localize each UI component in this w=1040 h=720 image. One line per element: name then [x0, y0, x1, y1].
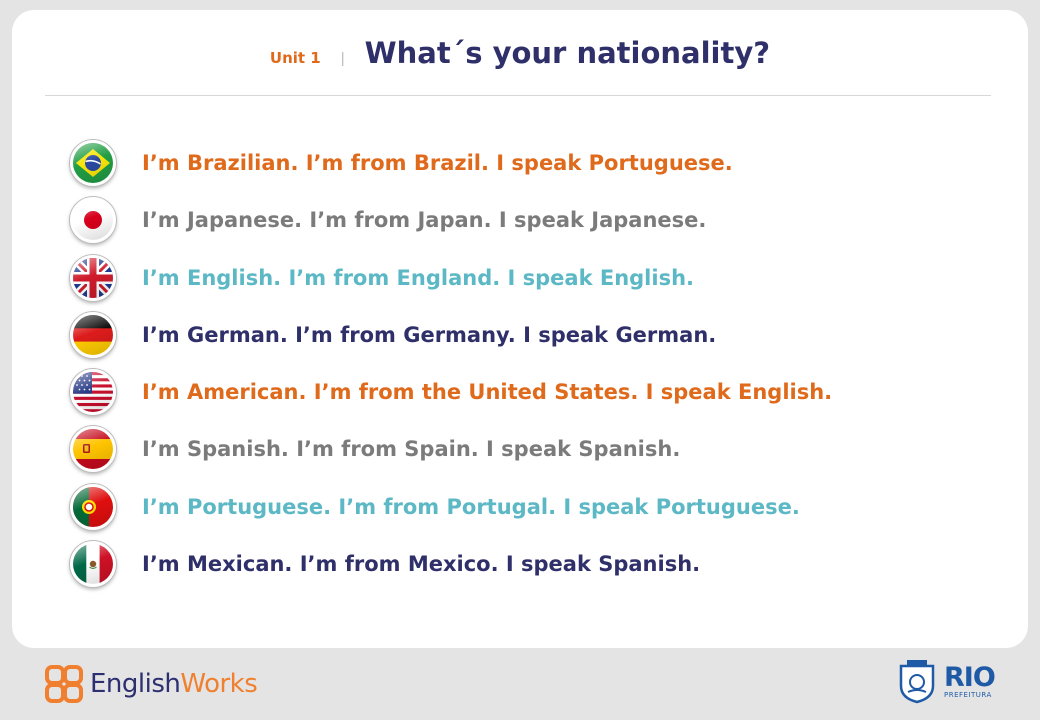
list-item: I’m Brazilian. I’m from Brazil. I speak … [70, 140, 832, 186]
list-item: I’m American. I’m from the United States… [70, 369, 833, 416]
englishworks-wordmark: EnglishWorks [90, 669, 258, 699]
sentence-text: I’m American. I’m from the United States… [142, 380, 833, 405]
sentence-text: I’m English. I’m from England. I speak E… [142, 265, 695, 290]
unit-label: Unit 1 [269, 49, 321, 67]
slide-card: Unit 1 | What´s your nationality? I’m Br… [12, 10, 1028, 648]
slide-header: Unit 1 | What´s your nationality? [12, 36, 1028, 70]
header-separator: | [340, 50, 345, 67]
englishworks-part2: Works [180, 669, 258, 699]
portugal-flag-icon [70, 483, 116, 530]
header-divider [45, 95, 991, 96]
mexico-flag-icon [70, 541, 116, 588]
sentence-text: I’m Spanish. I’m from Spain. I speak Spa… [142, 437, 681, 462]
usa-flag-icon [70, 369, 116, 416]
germany-flag-icon [70, 311, 116, 358]
list-item: I’m Mexican. I’m from Mexico. I speak Sp… [70, 541, 832, 588]
sentence-text: I’m Brazilian. I’m from Brazil. I speak … [142, 151, 733, 175]
list-item: I’m German. I’m from Germany. I speak Ge… [70, 311, 832, 358]
englishworks-part1: English [90, 669, 181, 699]
page-title: What´s your nationality? [364, 36, 771, 70]
rio-small-text: PREFEITURA [944, 690, 992, 699]
list-item: I’m Portuguese. I’m from Portugal. I spe… [70, 483, 832, 530]
japan-flag-icon [70, 197, 116, 244]
sentence-text: I’m Japanese. I’m from Japan. I speak Ja… [142, 208, 707, 233]
uk-flag-icon [70, 254, 116, 301]
englishworks-logo-icon [45, 665, 83, 703]
list-item: I’m Spanish. I’m from Spain. I speak Spa… [70, 426, 832, 473]
rio-text: RIO PREFEITURA [944, 661, 996, 699]
sentence-text: I’m German. I’m from Germany. I speak Ge… [142, 322, 717, 347]
spain-flag-icon [70, 426, 116, 473]
englishworks-logo: EnglishWorks [44, 664, 258, 704]
rio-prefeitura-logo: RIO PREFEITURA [895, 658, 996, 704]
sentence-text: I’m Portuguese. I’m from Portugal. I spe… [142, 494, 800, 519]
sentence-text: I’m Mexican. I’m from Mexico. I speak Sp… [142, 552, 701, 577]
list-item: I’m Japanese. I’m from Japan. I speak Ja… [70, 197, 832, 244]
brazil-flag-icon [70, 140, 116, 186]
nationality-list: I’m Brazilian. I’m from Brazil. I speak … [70, 140, 832, 598]
list-item: I’m English. I’m from England. I speak E… [70, 254, 832, 301]
rio-seal-icon [899, 660, 935, 704]
rio-big-text: RIO [944, 661, 996, 693]
